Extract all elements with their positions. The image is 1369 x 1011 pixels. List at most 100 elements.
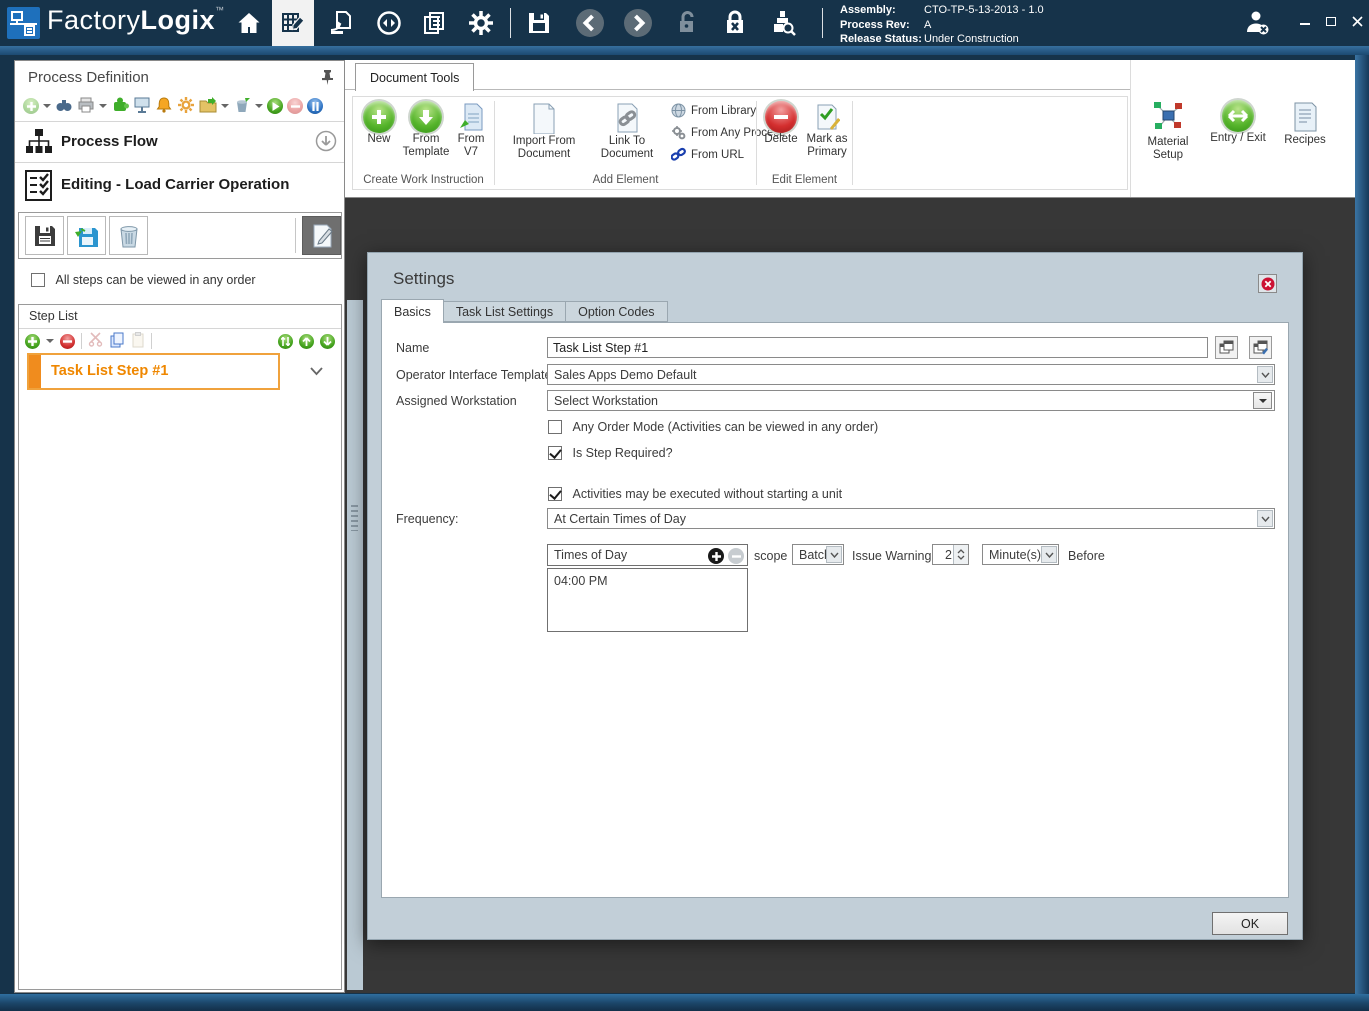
mark-as-primary-button[interactable]: Mark as Primary	[803, 101, 851, 159]
tab-basics[interactable]: Basics	[381, 299, 444, 323]
operator-interface-template-value: Sales Apps Demo Default	[554, 368, 697, 382]
step-list-item-selected[interactable]: Task List Step #1	[27, 353, 280, 390]
spinner-up-icon	[957, 549, 965, 554]
time-list-item[interactable]: 04:00 PM	[548, 569, 747, 593]
logout-user-icon[interactable]	[1242, 8, 1272, 38]
cut-icon[interactable]	[88, 332, 103, 350]
paste-icon[interactable]	[131, 331, 145, 351]
print-icon[interactable]	[77, 96, 95, 117]
alerts-bell-icon[interactable]	[155, 96, 173, 117]
link-to-document-button[interactable]: Link To Document	[591, 101, 663, 161]
delete-step-button[interactable]	[109, 216, 148, 255]
export-process-icon[interactable]	[199, 96, 217, 117]
process-definition-tab-selected[interactable]	[272, 0, 314, 46]
name-translations-button[interactable]	[1215, 336, 1238, 359]
add-process-icon[interactable]	[23, 98, 39, 114]
copy-icon[interactable]	[109, 332, 125, 351]
validate-icon[interactable]	[111, 96, 129, 117]
name-edit-translations-button[interactable]	[1249, 336, 1272, 359]
all-steps-any-order-checkbox[interactable]	[31, 272, 45, 287]
remove-time-button[interactable]	[728, 548, 744, 564]
name-input[interactable]	[547, 337, 1208, 358]
save-import-button[interactable]	[67, 216, 106, 255]
from-template-button[interactable]: From Template	[403, 101, 449, 159]
print-caret-icon[interactable]	[99, 104, 107, 108]
tab-task-list-settings[interactable]: Task List Settings	[443, 301, 567, 322]
dialog-close-button[interactable]	[1258, 274, 1277, 293]
from-v7-button[interactable]: From V7	[451, 101, 491, 159]
presentation-icon[interactable]	[133, 96, 151, 117]
save-icon[interactable]	[524, 8, 554, 38]
move-step-up-icon[interactable]	[299, 333, 314, 349]
ribbon-body: New From Template From V7 Create Work In…	[352, 96, 1128, 190]
process-flow-row[interactable]: Process Flow	[15, 125, 344, 161]
gears-icon	[672, 126, 686, 140]
operator-interface-template-select[interactable]: Sales Apps Demo Default	[547, 364, 1275, 385]
times-of-day-list[interactable]: 04:00 PM	[547, 568, 748, 632]
settings-gear-icon[interactable]	[466, 8, 496, 38]
edit-work-instruction-button[interactable]	[302, 216, 341, 255]
process-definition-panel: Process Definition Process Flow Editing …	[14, 60, 345, 993]
ok-button[interactable]: OK	[1212, 912, 1288, 935]
step-selection-bar	[29, 355, 41, 388]
splitter-grip[interactable]	[351, 505, 358, 531]
import-from-document-button[interactable]: Import From Document	[503, 101, 585, 161]
maximize-button[interactable]	[1322, 12, 1340, 30]
frequency-select[interactable]: At Certain Times of Day	[547, 508, 1275, 529]
times-of-day-title: Times of Day	[554, 548, 628, 562]
sync-exchange-icon[interactable]	[374, 8, 404, 38]
collapsed-panel-strip[interactable]	[347, 300, 363, 990]
import-process-icon[interactable]	[233, 96, 251, 117]
lock-discard-icon[interactable]	[720, 8, 750, 38]
step-expand-chevron-icon[interactable]	[310, 365, 323, 379]
move-step-down-icon[interactable]	[320, 333, 335, 349]
add-step-caret-icon[interactable]	[46, 339, 54, 343]
from-v7-icon	[457, 101, 485, 133]
hold-icon[interactable]	[307, 98, 323, 114]
spinner-arrows[interactable]	[953, 545, 968, 564]
home-icon[interactable]	[234, 8, 264, 38]
minimize-button[interactable]	[1296, 12, 1314, 30]
station-search-icon[interactable]	[768, 8, 798, 38]
material-setup-button[interactable]: Material Setup	[1139, 100, 1197, 162]
pin-icon[interactable]	[320, 69, 335, 89]
is-step-required-checkbox[interactable]	[548, 445, 562, 460]
entry-exit-button[interactable]: Entry / Exit	[1203, 100, 1273, 145]
activate-icon[interactable]	[267, 98, 283, 114]
from-url-button[interactable]: From URL	[671, 147, 785, 162]
collapse-down-icon[interactable]	[315, 130, 337, 155]
delete-element-button[interactable]: Delete	[759, 101, 803, 146]
execute-without-unit-checkbox[interactable]	[548, 486, 562, 501]
find-icon[interactable]	[55, 96, 73, 117]
new-work-instruction-button[interactable]: New	[357, 101, 401, 146]
warning-minutes-spinner[interactable]: 2	[932, 544, 969, 565]
import-caret-icon[interactable]	[255, 104, 263, 108]
tab-document-tools[interactable]: Document Tools	[355, 63, 475, 91]
scope-select[interactable]: Batch	[792, 544, 844, 565]
add-time-button[interactable]	[708, 548, 724, 564]
from-v7-label: From V7	[457, 133, 485, 158]
add-step-icon[interactable]	[25, 333, 40, 349]
export-caret-icon[interactable]	[221, 104, 229, 108]
back-icon[interactable]	[576, 9, 604, 37]
assigned-workstation-combo[interactable]: Select Workstation	[547, 390, 1275, 411]
deactivate-icon[interactable]	[287, 98, 303, 114]
save-step-button[interactable]	[25, 216, 64, 255]
document-import-icon[interactable]	[326, 8, 356, 38]
recipes-button[interactable]: Recipes	[1279, 100, 1331, 147]
close-button[interactable]	[1348, 12, 1366, 30]
remove-step-icon[interactable]	[60, 333, 75, 349]
chevron-down-icon	[826, 546, 842, 563]
news-feed-icon[interactable]	[420, 8, 450, 38]
material-setup-label: Material Setup	[1147, 136, 1189, 161]
any-order-mode-checkbox[interactable]	[548, 419, 562, 434]
forward-icon[interactable]	[624, 9, 652, 37]
renumber-steps-icon[interactable]	[278, 333, 293, 349]
workstation-dropdown-button[interactable]	[1253, 392, 1272, 409]
unlock-icon[interactable]	[672, 8, 702, 38]
tab-option-codes[interactable]: Option Codes	[566, 301, 668, 322]
process-settings-gear-icon[interactable]	[177, 96, 195, 117]
add-process-caret-icon[interactable]	[43, 104, 51, 108]
times-of-day-header: Times of Day	[547, 544, 748, 566]
warning-unit-select[interactable]: Minute(s)	[982, 544, 1059, 565]
